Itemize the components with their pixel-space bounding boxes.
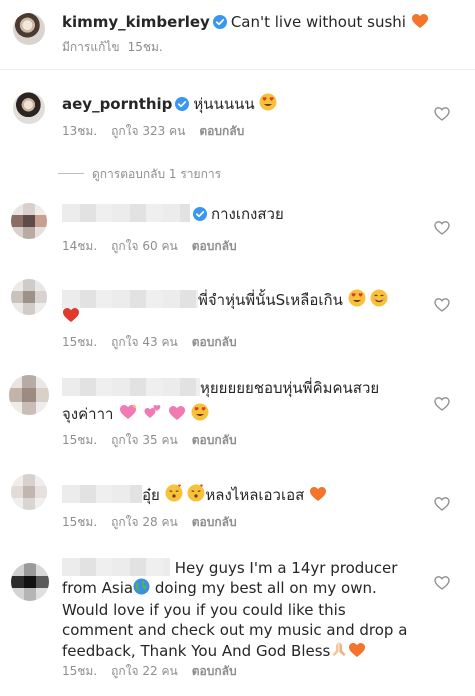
comment-text-line4: comment and check out my music and drop … [62,621,408,639]
like-heart-icon[interactable] [434,396,450,412]
comment-text-line5: feedback, Thank You And God Bless [62,642,331,660]
comment-item: อุ๋ย หลงไหลเอวเอส 15ชม. ถูกใจ 28 คน ตอบกลั… [0,460,475,545]
reply-button[interactable]: ตอบกลับ [192,664,237,678]
likes-count[interactable]: ถูกใจ 35 คน [111,433,178,447]
comment-time: 15ชม. [62,664,98,678]
pink-heart-emoji-icon [168,405,186,426]
comment-text-line2a: from Asia [62,579,134,597]
verified-badge-icon [175,96,190,116]
comment-time: 15ชม. [62,515,98,529]
caption-time: 15ชม. [127,40,163,54]
caption-username[interactable]: kimmy_kimberley [62,13,210,31]
likes-count[interactable]: ถูกใจ 22 คน [111,664,178,678]
red-heart-emoji-icon [62,307,80,327]
comment-text: พี่จำหุ่นพี่นั้นSเหลือเกิน [198,291,343,309]
like-heart-icon[interactable] [434,220,450,236]
comment-item: พี่จำหุ่นพี่นั้นSเหลือเกิน 15ชม. ถูกใจ 43… [0,270,475,360]
view-replies-link[interactable]: ดูการตอบกลับ 1 รายการ [58,165,221,184]
comment-item: หุยยยยยชอบหุ่นพี่คิมคนสวย จุงค่าาา 15ชม.… [0,360,475,460]
avatar[interactable] [11,279,47,315]
heart-eyes-emoji-icon [259,93,277,116]
verified-badge-icon [193,206,207,226]
smiling-emoji-icon [370,289,388,312]
two-hearts-emoji-icon [143,403,163,426]
likes-count[interactable]: ถูกใจ 323 คน [111,124,185,138]
blurred-username[interactable] [62,378,200,396]
comment-text-line2: จุงค่าาา [62,405,114,423]
like-heart-icon[interactable] [434,106,450,122]
folded-hands-emoji-icon [330,640,348,663]
comment-time: 14ชม. [62,239,98,253]
blurred-username[interactable] [62,558,170,576]
kissing-emoji-icon [187,484,205,507]
sparkling-heart-emoji-icon [118,403,138,426]
view-replies-dash [58,173,84,174]
blurred-username[interactable] [62,204,190,222]
heart-eyes-emoji-icon [348,289,366,312]
avatar[interactable] [11,203,47,239]
heart-eyes-emoji-icon [191,403,209,426]
comment-text-b: หลงไหลเอวเอส [205,486,305,504]
like-heart-icon[interactable] [434,575,450,591]
comment-time: 15ชม. [62,335,98,349]
comment-text-line2b: doing my best all on my own. [150,579,377,597]
avatar[interactable] [11,474,47,510]
orange-heart-icon [411,13,429,34]
avatar[interactable] [11,563,49,601]
orange-heart-icon [348,642,366,663]
like-heart-icon[interactable] [434,496,450,512]
likes-count[interactable]: ถูกใจ 43 คน [111,335,178,349]
reply-button[interactable]: ตอบกลับ [192,433,237,447]
comment-username[interactable]: aey_pornthip [62,95,172,113]
comment-text-line3: Would love if you if you could like this [62,601,346,619]
orange-heart-icon [309,486,327,507]
view-replies-label: ดูการตอบกลับ 1 รายการ [92,167,222,181]
comment-item: กางเกงสวย 14ชม. ถูกใจ 60 คน ตอบกลับ [0,195,475,270]
likes-count[interactable]: ถูกใจ 28 คน [111,515,178,529]
caption-text: Can't live without sushi [230,13,406,31]
comment-item: Hey guys I'm a 14yr producer from Asia d… [0,545,475,696]
reply-button[interactable]: ตอบกลับ [192,515,237,529]
globe-emoji-icon [133,578,150,600]
blurred-username[interactable] [62,290,198,308]
avatar[interactable] [13,92,45,124]
reply-button[interactable]: ตอบกลับ [192,239,237,253]
blurred-username[interactable] [62,485,142,503]
avatar[interactable] [9,375,49,415]
edited-label: มีการแก้ไข [62,40,120,54]
comment-time: 15ชม. [62,433,98,447]
comment-text-a: อุ๋ย [142,486,160,504]
kissing-emoji-icon [165,484,183,507]
likes-count[interactable]: ถูกใจ 60 คน [111,239,178,253]
comment-text: กางเกงสวย [211,205,284,223]
comment-text: หุยยยยยชอบหุ่นพี่คิมคนสวย [200,379,380,397]
comment-time: 13ชม. [62,124,98,138]
verified-badge-icon [212,14,227,34]
reply-button[interactable]: ตอบกลับ [192,335,237,349]
divider [0,69,475,70]
comment-text-line1: Hey guys I'm a 14yr producer [174,559,398,577]
like-heart-icon[interactable] [434,297,450,313]
comment-text: หุ่นนนนน [193,95,255,113]
caption-block: kimmy_kimberley Can't live without sushi … [0,0,475,70]
avatar[interactable] [13,13,45,45]
reply-button[interactable]: ตอบกลับ [199,124,244,138]
